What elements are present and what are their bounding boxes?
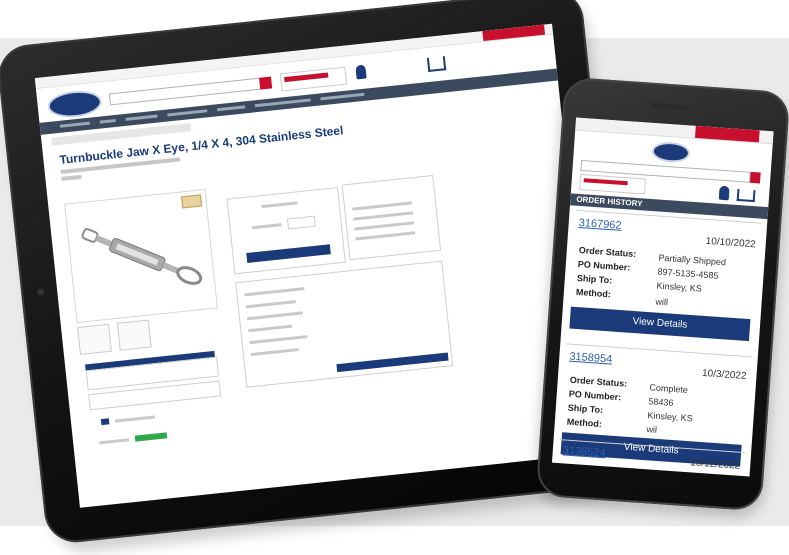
order-status-label: Order Status: bbox=[578, 245, 637, 260]
search-button[interactable] bbox=[749, 171, 761, 184]
site-logo[interactable] bbox=[46, 88, 103, 120]
phone-speaker bbox=[650, 102, 692, 111]
view-details-button[interactable]: View Details bbox=[569, 306, 751, 342]
tablet-camera bbox=[36, 288, 45, 297]
user-icon[interactable] bbox=[355, 64, 367, 80]
order-date: 10/10/2022 bbox=[705, 235, 757, 251]
add-to-cart-panel bbox=[226, 187, 346, 275]
ship-to-value: Kinsley, KS bbox=[656, 280, 703, 294]
site-logo[interactable] bbox=[651, 140, 691, 164]
order-status-value: Partially Shipped bbox=[658, 252, 727, 268]
availability-text bbox=[99, 438, 130, 445]
order-number-link[interactable]: 3138524 bbox=[562, 444, 606, 459]
method-label: Method: bbox=[575, 286, 612, 300]
thumbnail[interactable] bbox=[77, 323, 112, 355]
ship-to-label: Ship To: bbox=[567, 402, 604, 416]
preferred-badge[interactable] bbox=[279, 66, 348, 92]
order-status-label: Order Status: bbox=[569, 374, 628, 389]
brand-text bbox=[114, 415, 156, 423]
cart-icon[interactable] bbox=[426, 56, 447, 72]
po-number-label: PO Number: bbox=[568, 388, 622, 403]
phone-device: ORDER HISTORY 3167962 10/10/2022 Order S… bbox=[535, 76, 789, 512]
phone-screen: ORDER HISTORY 3167962 10/10/2022 Order S… bbox=[551, 117, 774, 477]
quality-stamp bbox=[181, 194, 203, 209]
method-value: wil bbox=[646, 424, 658, 435]
order-date: 10/3/2022 bbox=[701, 367, 747, 383]
ship-to-value: Kinsley, KS bbox=[647, 410, 694, 424]
method-value: will bbox=[655, 296, 669, 308]
search-button[interactable] bbox=[259, 76, 273, 90]
utility-bar bbox=[575, 117, 774, 145]
thumbnail[interactable] bbox=[116, 319, 152, 351]
turnbuckle-image bbox=[81, 228, 203, 285]
tablet-screen: Turnbuckle Jaw X Eye, 1/4 X 4, 304 Stain… bbox=[34, 23, 598, 508]
cart-icon[interactable] bbox=[736, 188, 756, 203]
po-number-value: 897-5135-4585 bbox=[657, 266, 719, 281]
method-label: Method: bbox=[566, 416, 603, 430]
in-stock-badge bbox=[134, 432, 168, 442]
product-sku bbox=[61, 174, 82, 181]
user-icon[interactable] bbox=[718, 185, 730, 201]
order-card: 3167962 10/10/2022 Order Status: Partial… bbox=[566, 209, 762, 350]
promo-banner[interactable] bbox=[694, 125, 760, 143]
product-image[interactable] bbox=[64, 188, 218, 324]
order-number-link[interactable]: 3167962 bbox=[578, 217, 622, 232]
po-number-label: PO Number: bbox=[577, 259, 631, 273]
order-status-value: Complete bbox=[649, 382, 689, 395]
order-date: 10/12/2022 bbox=[689, 457, 741, 472]
po-number-value: 58436 bbox=[648, 396, 674, 408]
ship-to-label: Ship To: bbox=[576, 272, 613, 286]
order-number-link[interactable]: 3158954 bbox=[569, 351, 613, 366]
brand-icon bbox=[100, 418, 110, 426]
preferred-badge[interactable] bbox=[579, 173, 647, 195]
